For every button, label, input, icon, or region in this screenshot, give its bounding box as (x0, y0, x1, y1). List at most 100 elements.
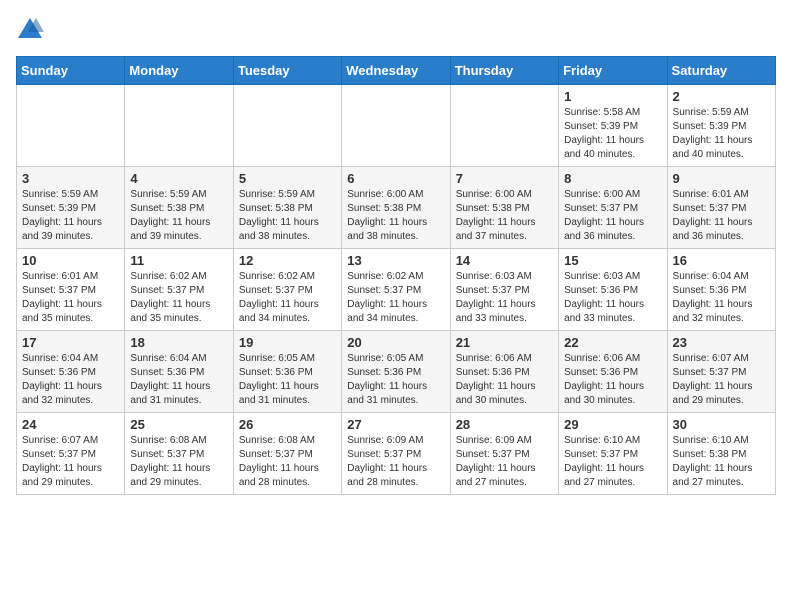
day-info: Sunrise: 6:02 AM Sunset: 5:37 PM Dayligh… (239, 270, 336, 326)
calendar-cell: 14 Sunrise: 6:03 AM Sunset: 5:37 PM Dayli… (450, 249, 558, 331)
day-info: Sunrise: 6:02 AM Sunset: 5:37 PM Dayligh… (347, 270, 444, 326)
calendar-cell: 22 Sunrise: 6:06 AM Sunset: 5:36 PM Dayli… (559, 331, 667, 413)
day-number: 18 (130, 335, 227, 350)
day-info: Sunrise: 5:58 AM Sunset: 5:39 PM Dayligh… (564, 106, 661, 162)
day-number: 19 (239, 335, 336, 350)
day-info: Sunrise: 5:59 AM Sunset: 5:38 PM Dayligh… (239, 188, 336, 244)
day-info: Sunrise: 6:01 AM Sunset: 5:37 PM Dayligh… (673, 188, 770, 244)
calendar-cell: 9 Sunrise: 6:01 AM Sunset: 5:37 PM Daylig… (667, 167, 775, 249)
day-number: 1 (564, 89, 661, 104)
day-info: Sunrise: 6:01 AM Sunset: 5:37 PM Dayligh… (22, 270, 119, 326)
day-info: Sunrise: 6:08 AM Sunset: 5:37 PM Dayligh… (130, 434, 227, 490)
calendar-cell: 19 Sunrise: 6:05 AM Sunset: 5:36 PM Dayli… (233, 331, 341, 413)
day-info: Sunrise: 6:09 AM Sunset: 5:37 PM Dayligh… (456, 434, 553, 490)
day-info: Sunrise: 6:08 AM Sunset: 5:37 PM Dayligh… (239, 434, 336, 490)
calendar-cell: 30 Sunrise: 6:10 AM Sunset: 5:38 PM Dayli… (667, 413, 775, 495)
weekday-header-friday: Friday (559, 57, 667, 85)
day-number: 25 (130, 417, 227, 432)
calendar-cell: 21Sunrise: 6:06 AM Sunset: 5:36 PM Dayli… (450, 331, 558, 413)
day-info: Sunrise: 6:00 AM Sunset: 5:38 PM Dayligh… (347, 188, 444, 244)
day-info: Sunrise: 6:07 AM Sunset: 5:37 PM Dayligh… (673, 352, 770, 408)
calendar-cell: 10 Sunrise: 6:01 AM Sunset: 5:37 PM Dayli… (17, 249, 125, 331)
day-number: 4 (130, 171, 227, 186)
day-number: 28 (456, 417, 553, 432)
calendar-cell (125, 85, 233, 167)
calendar-cell: 7 Sunrise: 6:00 AM Sunset: 5:38 PM Daylig… (450, 167, 558, 249)
day-info: Sunrise: 6:03 AM Sunset: 5:36 PM Dayligh… (564, 270, 661, 326)
calendar-cell: 13 Sunrise: 6:02 AM Sunset: 5:37 PM Dayli… (342, 249, 450, 331)
weekday-header-wednesday: Wednesday (342, 57, 450, 85)
calendar-cell: 20 Sunrise: 6:05 AM Sunset: 5:36 PM Dayli… (342, 331, 450, 413)
day-info: Sunrise: 6:06 AM Sunset: 5:36 PM Dayligh… (564, 352, 661, 408)
weekday-header-thursday: Thursday (450, 57, 558, 85)
day-number: 2 (673, 89, 770, 104)
calendar-cell (450, 85, 558, 167)
calendar-cell: 25 Sunrise: 6:08 AM Sunset: 5:37 PM Dayli… (125, 413, 233, 495)
day-info: Sunrise: 6:00 AM Sunset: 5:37 PM Dayligh… (564, 188, 661, 244)
calendar-cell (233, 85, 341, 167)
day-number: 24 (22, 417, 119, 432)
weekday-header-tuesday: Tuesday (233, 57, 341, 85)
day-info: Sunrise: 5:59 AM Sunset: 5:39 PM Dayligh… (673, 106, 770, 162)
day-number: 16 (673, 253, 770, 268)
calendar-header-row: SundayMondayTuesdayWednesdayThursdayFrid… (17, 57, 776, 85)
calendar-cell: 2 Sunrise: 5:59 AM Sunset: 5:39 PM Daylig… (667, 85, 775, 167)
day-info: Sunrise: 5:59 AM Sunset: 5:39 PM Dayligh… (22, 188, 119, 244)
day-number: 23 (673, 335, 770, 350)
day-number: 27 (347, 417, 444, 432)
day-number: 8 (564, 171, 661, 186)
day-info: Sunrise: 6:03 AM Sunset: 5:37 PM Dayligh… (456, 270, 553, 326)
day-number: 20 (347, 335, 444, 350)
calendar-week-row: 3 Sunrise: 5:59 AM Sunset: 5:39 PM Daylig… (17, 167, 776, 249)
day-number: 3 (22, 171, 119, 186)
calendar-cell: 15 Sunrise: 6:03 AM Sunset: 5:36 PM Dayli… (559, 249, 667, 331)
page-header (16, 16, 776, 44)
calendar-cell: 23 Sunrise: 6:07 AM Sunset: 5:37 PM Dayli… (667, 331, 775, 413)
day-info: Sunrise: 6:04 AM Sunset: 5:36 PM Dayligh… (130, 352, 227, 408)
logo (16, 16, 48, 44)
day-info: Sunrise: 6:04 AM Sunset: 5:36 PM Dayligh… (22, 352, 119, 408)
logo-icon (16, 16, 44, 44)
day-info: Sunrise: 6:02 AM Sunset: 5:37 PM Dayligh… (130, 270, 227, 326)
day-number: 22 (564, 335, 661, 350)
day-number: 30 (673, 417, 770, 432)
day-number: 13 (347, 253, 444, 268)
day-info: Sunrise: 6:05 AM Sunset: 5:36 PM Dayligh… (347, 352, 444, 408)
day-info: Sunrise: 6:04 AM Sunset: 5:36 PM Dayligh… (673, 270, 770, 326)
day-info: Sunrise: 6:07 AM Sunset: 5:37 PM Dayligh… (22, 434, 119, 490)
calendar-cell: 12 Sunrise: 6:02 AM Sunset: 5:37 PM Dayli… (233, 249, 341, 331)
day-info: Sunrise: 6:09 AM Sunset: 5:37 PM Dayligh… (347, 434, 444, 490)
day-number: 10 (22, 253, 119, 268)
calendar-cell: 24 Sunrise: 6:07 AM Sunset: 5:37 PM Dayli… (17, 413, 125, 495)
calendar-cell: 28 Sunrise: 6:09 AM Sunset: 5:37 PM Dayli… (450, 413, 558, 495)
day-number: 9 (673, 171, 770, 186)
calendar-table: SundayMondayTuesdayWednesdayThursdayFrid… (16, 56, 776, 495)
calendar-cell: 3 Sunrise: 5:59 AM Sunset: 5:39 PM Daylig… (17, 167, 125, 249)
day-number: 15 (564, 253, 661, 268)
calendar-cell: 11Sunrise: 6:02 AM Sunset: 5:37 PM Dayli… (125, 249, 233, 331)
calendar-cell: 1 Sunrise: 5:58 AM Sunset: 5:39 PM Daylig… (559, 85, 667, 167)
calendar-cell: 17 Sunrise: 6:04 AM Sunset: 5:36 PM Dayli… (17, 331, 125, 413)
calendar-cell: 8 Sunrise: 6:00 AM Sunset: 5:37 PM Daylig… (559, 167, 667, 249)
day-info: Sunrise: 6:10 AM Sunset: 5:38 PM Dayligh… (673, 434, 770, 490)
calendar-cell (342, 85, 450, 167)
calendar-cell: 18 Sunrise: 6:04 AM Sunset: 5:36 PM Dayli… (125, 331, 233, 413)
calendar-cell: 27 Sunrise: 6:09 AM Sunset: 5:37 PM Dayli… (342, 413, 450, 495)
day-number: 29 (564, 417, 661, 432)
calendar-cell (17, 85, 125, 167)
weekday-header-saturday: Saturday (667, 57, 775, 85)
day-info: Sunrise: 6:00 AM Sunset: 5:38 PM Dayligh… (456, 188, 553, 244)
day-number: 17 (22, 335, 119, 350)
calendar-cell: 16 Sunrise: 6:04 AM Sunset: 5:36 PM Dayli… (667, 249, 775, 331)
weekday-header-monday: Monday (125, 57, 233, 85)
day-number: 14 (456, 253, 553, 268)
day-number: 12 (239, 253, 336, 268)
day-info: Sunrise: 6:05 AM Sunset: 5:36 PM Dayligh… (239, 352, 336, 408)
calendar-cell: 29 Sunrise: 6:10 AM Sunset: 5:37 PM Dayli… (559, 413, 667, 495)
day-number: 5 (239, 171, 336, 186)
day-info: Sunrise: 6:06 AM Sunset: 5:36 PM Dayligh… (456, 352, 553, 408)
day-info: Sunrise: 6:10 AM Sunset: 5:37 PM Dayligh… (564, 434, 661, 490)
day-number: 7 (456, 171, 553, 186)
calendar-week-row: 10 Sunrise: 6:01 AM Sunset: 5:37 PM Dayli… (17, 249, 776, 331)
calendar-cell: 4Sunrise: 5:59 AM Sunset: 5:38 PM Daylig… (125, 167, 233, 249)
